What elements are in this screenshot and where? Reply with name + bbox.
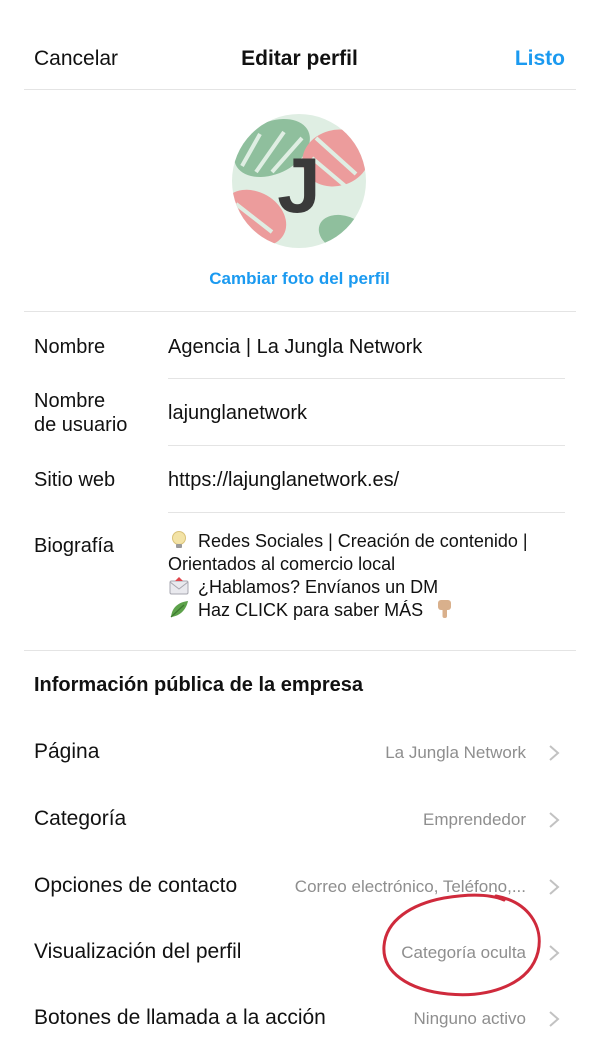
row-label: Botones de llamada a la acción bbox=[34, 1006, 326, 1029]
row-label: Categoría bbox=[34, 807, 127, 830]
page-row[interactable]: Página La Jungla Network bbox=[0, 722, 599, 782]
done-button[interactable]: Listo bbox=[515, 47, 565, 71]
profile-display-row[interactable]: Visualización del perfil Categoría ocult… bbox=[0, 922, 599, 982]
username-field[interactable]: lajunglanetwork bbox=[168, 401, 307, 425]
username-label-line2: de usuario bbox=[34, 414, 128, 436]
call-to-action-row[interactable]: Botones de llamada a la acción Ninguno a… bbox=[0, 988, 599, 1048]
chevron-right-icon bbox=[549, 745, 560, 761]
change-photo-button[interactable]: Cambiar foto del perfil bbox=[0, 269, 599, 289]
website-label: Sitio web bbox=[34, 469, 116, 491]
category-row[interactable]: Categoría Emprendedor bbox=[0, 789, 599, 849]
website-field[interactable]: https://lajunglanetwork.es/ bbox=[168, 468, 399, 492]
photo-divider bbox=[24, 311, 576, 312]
chevron-right-icon bbox=[549, 945, 560, 961]
row-label: Página bbox=[34, 740, 100, 763]
section-divider bbox=[24, 650, 576, 651]
chevron-right-icon bbox=[549, 812, 560, 828]
bio-label: Biografía bbox=[34, 535, 115, 557]
row-value: Correo electrónico, Teléfono,... bbox=[294, 877, 526, 896]
contact-options-row[interactable]: Opciones de contacto Correo electrónico,… bbox=[0, 856, 599, 916]
envelope-icon bbox=[169, 577, 189, 595]
section-title: Información pública de la empresa bbox=[34, 674, 363, 696]
row-value: Ninguno activo bbox=[413, 1009, 526, 1028]
row-value: Emprendedor bbox=[422, 810, 526, 829]
chevron-right-icon bbox=[549, 1011, 560, 1027]
username-label-line1: Nombre bbox=[34, 390, 106, 412]
pointing-down-hand-icon bbox=[438, 600, 452, 618]
lightbulb-icon bbox=[172, 531, 186, 548]
profile-photo[interactable]: J bbox=[232, 114, 366, 248]
name-label: Nombre bbox=[34, 336, 106, 358]
leaf-icon bbox=[170, 601, 188, 618]
header-bar: Cancelar Editar perfil Listo bbox=[0, 0, 599, 90]
name-field[interactable]: Agencia | La Jungla Network bbox=[168, 335, 422, 359]
chevron-right-icon bbox=[549, 879, 560, 895]
field-divider bbox=[168, 378, 565, 379]
page-title: Editar perfil bbox=[241, 47, 358, 70]
header-divider bbox=[24, 89, 576, 90]
profile-photo-image: J bbox=[232, 114, 366, 248]
bio-line: Redes Sociales | Creación de contenido | bbox=[168, 530, 528, 553]
row-value: Categoría oculta bbox=[401, 943, 526, 962]
row-label: Visualización del perfil bbox=[34, 940, 242, 963]
bio-line: Orientados al comercio local bbox=[168, 554, 396, 574]
bio-line: ¿Hablamos? Envíanos un DM bbox=[168, 576, 438, 599]
username-label: Nombre de usuario bbox=[34, 389, 127, 437]
field-divider bbox=[168, 512, 565, 513]
bio-line: Haz CLICK para saber MÁS bbox=[168, 599, 456, 622]
field-divider bbox=[168, 445, 565, 446]
row-value: La Jungla Network bbox=[385, 743, 526, 762]
photo-letter: J bbox=[277, 141, 320, 229]
row-label: Opciones de contacto bbox=[34, 874, 238, 897]
